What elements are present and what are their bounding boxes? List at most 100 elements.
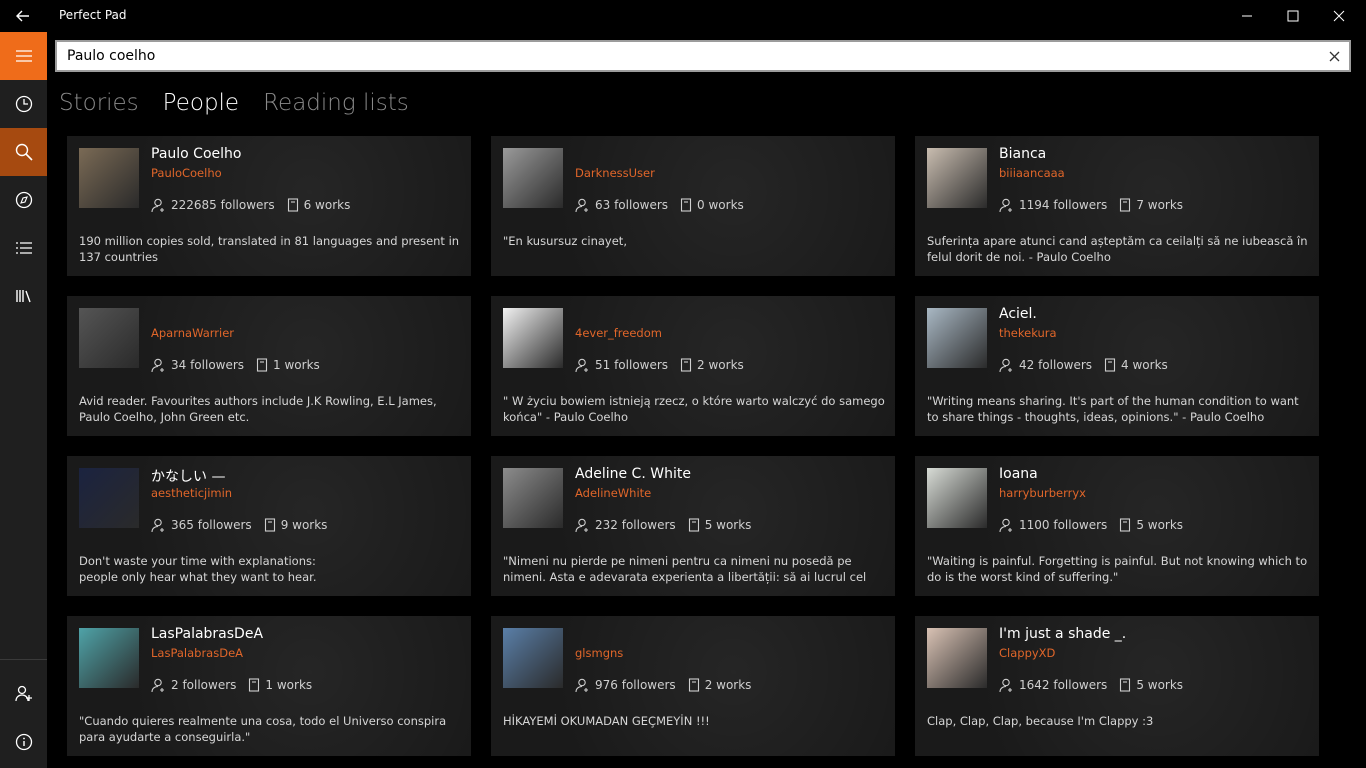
person-username[interactable]: 4ever_freedom — [575, 326, 662, 340]
close-button[interactable] — [1316, 0, 1362, 32]
avatar — [503, 468, 563, 528]
person-bio: 190 million copies sold, translated in 8… — [79, 234, 460, 264]
rail-divider — [0, 659, 47, 660]
person-name: Ioana — [999, 466, 1038, 482]
person-username[interactable]: DarknessUser — [575, 166, 655, 180]
person-card[interactable]: Ioana harryburberryx 1100 followers 5 works… — [915, 456, 1319, 596]
nav-discover[interactable] — [0, 176, 47, 224]
works-count: 2 works — [697, 358, 744, 372]
person-name: Bianca — [999, 146, 1047, 162]
menu-button[interactable] — [0, 32, 47, 80]
person-name: LasPalabrasDeA — [151, 626, 264, 642]
person-card[interactable]: LasPalabrasDeA LasPalabrasDeA 2 followers 1… — [67, 616, 471, 756]
document-icon — [1120, 678, 1131, 692]
person-card[interactable]: Aciel. thekekura 42 followers 4 works "Writi… — [915, 296, 1319, 436]
person-stats: 365 followers 9 works — [151, 516, 327, 534]
person-stats: 222685 followers 6 works — [151, 196, 350, 214]
person-icon — [999, 518, 1012, 532]
person-stats: 1194 followers 7 works — [999, 196, 1183, 214]
person-card[interactable]: かなしい — aestheticjimin 365 followers 9 works… — [67, 456, 471, 596]
minimize-icon — [1242, 15, 1252, 17]
followers-count: 42 followers — [1019, 358, 1093, 372]
person-card[interactable]: AparnaWarrier 34 followers 1 works Avid rea… — [67, 296, 471, 436]
person-icon — [999, 198, 1012, 212]
search-input[interactable] — [67, 42, 1307, 70]
person-username[interactable]: LasPalabrasDeA — [151, 646, 243, 660]
person-username[interactable]: aestheticjimin — [151, 486, 232, 500]
person-username[interactable]: ClappyXD — [999, 646, 1055, 660]
person-card[interactable]: 4ever_freedom 51 followers 2 works " W życi… — [491, 296, 895, 436]
document-icon — [1120, 198, 1131, 212]
tab-stories[interactable]: Stories — [59, 90, 139, 124]
followers-count: 222685 followers — [171, 198, 275, 212]
document-icon — [287, 198, 298, 212]
person-username[interactable]: PauloCoelho — [151, 166, 222, 180]
works-count: 5 works — [1136, 678, 1184, 692]
person-card[interactable]: glsmgns 976 followers 2 works HİKAYEMİ OKUM… — [491, 616, 895, 756]
person-bio: Avid reader. Favourites authors include … — [79, 394, 437, 424]
works-count: 9 works — [280, 518, 328, 532]
title-bar: Perfect Pad — [0, 0, 1366, 32]
person-card[interactable]: DarknessUser 63 followers 0 works "En kusur… — [491, 136, 895, 276]
maximize-icon — [1287, 10, 1299, 22]
tab-reading-lists[interactable]: Reading lists — [263, 90, 409, 124]
nav-recent[interactable] — [0, 80, 47, 128]
tab-people[interactable]: People — [163, 90, 239, 124]
person-bio: Clap, Clap, Clap, because I'm Clappy :3 — [927, 714, 1154, 728]
person-username[interactable]: biiiaancaaa — [999, 166, 1065, 180]
clear-search-button[interactable] — [1323, 46, 1345, 66]
back-button[interactable] — [0, 0, 46, 32]
followers-count: 1100 followers — [1019, 518, 1108, 532]
person-stats: 34 followers 1 works — [151, 356, 320, 374]
followers-count: 976 followers — [595, 678, 676, 692]
person-icon — [151, 358, 164, 372]
minimize-button[interactable] — [1224, 0, 1270, 32]
document-icon — [680, 358, 692, 372]
person-card[interactable]: I'm just a shade _. ClappyXD 1642 follower… — [915, 616, 1319, 756]
person-bio: Don't waste your time with explanations:… — [79, 554, 317, 584]
maximize-button[interactable] — [1270, 0, 1316, 32]
avatar — [503, 628, 563, 688]
avatar — [79, 308, 139, 368]
nav-reading-lists[interactable] — [0, 224, 47, 272]
followers-count: 365 followers — [171, 518, 252, 532]
person-username[interactable]: glsmgns — [575, 646, 623, 660]
person-username[interactable]: AparnaWarrier — [151, 326, 234, 340]
info-icon — [15, 733, 32, 751]
document-icon — [688, 518, 699, 532]
close-icon — [1329, 51, 1339, 61]
person-card[interactable]: Bianca biiiaancaaa 1194 followers 7 works Su… — [915, 136, 1319, 276]
person-icon — [575, 518, 588, 532]
person-icon — [151, 198, 164, 212]
works-count: 5 works — [704, 518, 752, 532]
search-box — [55, 40, 1351, 72]
list-icon — [15, 242, 32, 254]
person-username[interactable]: thekekura — [999, 326, 1057, 340]
avatar — [927, 628, 987, 688]
person-icon — [575, 358, 588, 372]
followers-count: 63 followers — [595, 198, 669, 212]
works-count: 1 works — [265, 678, 313, 692]
person-username[interactable]: harryburberryx — [999, 486, 1086, 500]
person-bio: "Waiting is painful. Forgetting is painf… — [927, 554, 1308, 584]
person-bio: Suferința apare atunci cand așteptăm ca … — [927, 234, 1308, 264]
person-name: Paulo Coelho — [151, 146, 242, 162]
nav-library[interactable] — [0, 272, 47, 320]
avatar — [927, 308, 987, 368]
works-count: 2 works — [704, 678, 752, 692]
nav-search[interactable] — [0, 128, 47, 176]
followers-count: 1642 followers — [1019, 678, 1108, 692]
add-person-icon — [14, 685, 32, 702]
nav-account[interactable] — [0, 670, 47, 718]
person-card[interactable]: Adeline C. White AdelineWhite 232 follower… — [491, 456, 895, 596]
avatar — [503, 148, 563, 208]
nav-about[interactable] — [0, 718, 47, 766]
person-username[interactable]: AdelineWhite — [575, 486, 651, 500]
person-stats: 232 followers 5 works — [575, 516, 751, 534]
avatar — [79, 148, 139, 208]
works-count: 0 works — [697, 198, 744, 212]
person-bio: "Cuando quieres realmente una cosa, todo… — [79, 714, 447, 744]
avatar — [79, 628, 139, 688]
people-grid: Paulo Coelho PauloCoelho 222685 followers 6… — [67, 136, 1319, 768]
person-card[interactable]: Paulo Coelho PauloCoelho 222685 followers 6… — [67, 136, 471, 276]
